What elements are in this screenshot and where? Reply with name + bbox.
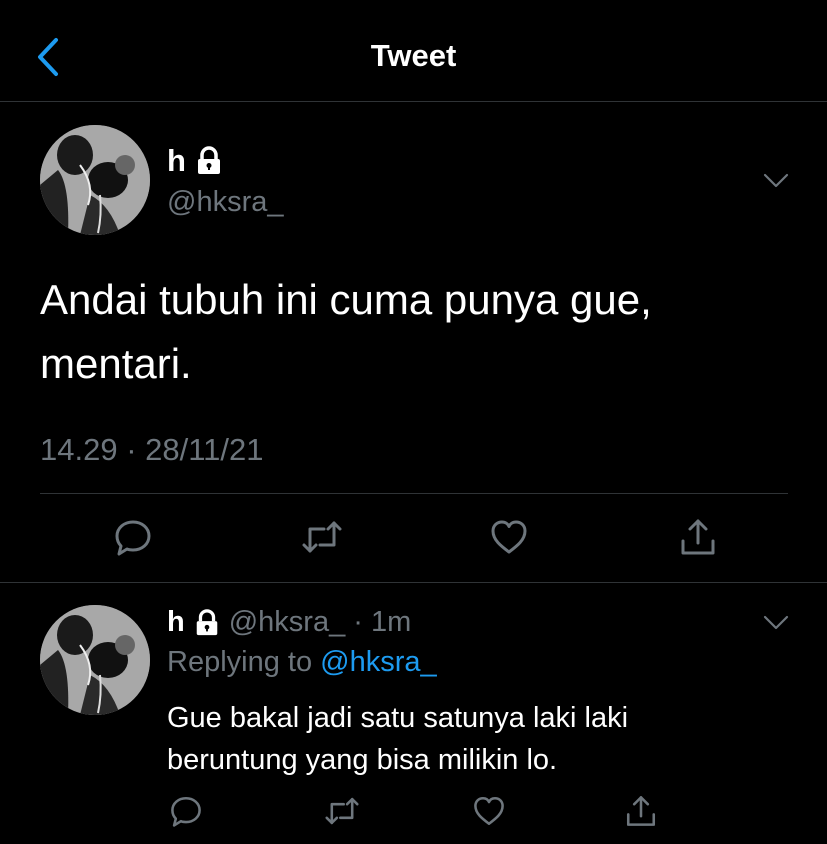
avatar[interactable] (40, 605, 150, 715)
replying-prefix: Replying to (167, 646, 321, 678)
share-icon (626, 796, 656, 826)
reply-text-line: Gue bakal jadi satu satunya laki laki (167, 702, 629, 734)
share-icon (681, 519, 715, 555)
reply-handle-time[interactable]: @hksra_ · 1m (229, 606, 412, 639)
like-button[interactable] (465, 787, 513, 835)
reply-header: h @hksra_ · 1m (167, 606, 411, 639)
display-name[interactable]: h (167, 606, 185, 639)
reply-icon (171, 796, 201, 827)
avatar-image (40, 605, 150, 715)
replying-handle-link[interactable]: @hksra_ (320, 646, 436, 678)
tweet-timestamp[interactable]: 14.29 · 28/11/21 (40, 432, 264, 468)
reply-button[interactable] (109, 513, 157, 561)
chevron-down-icon (763, 173, 789, 188)
replying-to: Replying to @hksra_ (167, 646, 437, 679)
like-button[interactable] (485, 513, 533, 561)
divider (40, 493, 788, 494)
handle[interactable]: @hksra_ (167, 186, 283, 219)
lock-icon (196, 608, 217, 635)
divider (0, 582, 827, 583)
chevron-down-icon (763, 615, 789, 630)
lock-icon (197, 146, 220, 174)
more-options-button[interactable] (760, 606, 792, 638)
retweet-icon (325, 797, 359, 825)
retweet-button[interactable] (318, 787, 366, 835)
avatar-image (40, 125, 150, 235)
reply-icon (115, 520, 151, 556)
avatar[interactable] (40, 125, 150, 235)
tweet-text-line: mentari. (40, 340, 192, 387)
display-name: h (167, 143, 186, 178)
display-name-row[interactable]: h (167, 143, 224, 179)
share-button[interactable] (674, 513, 722, 561)
reply-text-line: beruntung yang bisa milikin lo. (167, 744, 558, 776)
like-icon (491, 520, 527, 554)
share-button[interactable] (617, 787, 665, 835)
retweet-icon (302, 521, 342, 553)
retweet-button[interactable] (298, 513, 346, 561)
like-icon (474, 796, 504, 826)
page-title: Tweet (370, 38, 457, 73)
tweet-text-line: Andai tubuh ini cuma punya gue, (40, 276, 652, 323)
reply-text: Gue bakal jadi satu satunya laki laki be… (167, 697, 807, 781)
reply-button[interactable] (162, 787, 210, 835)
tweet-text: Andai tubuh ini cuma punya gue, mentari. (40, 268, 800, 396)
more-options-button[interactable] (760, 164, 792, 196)
